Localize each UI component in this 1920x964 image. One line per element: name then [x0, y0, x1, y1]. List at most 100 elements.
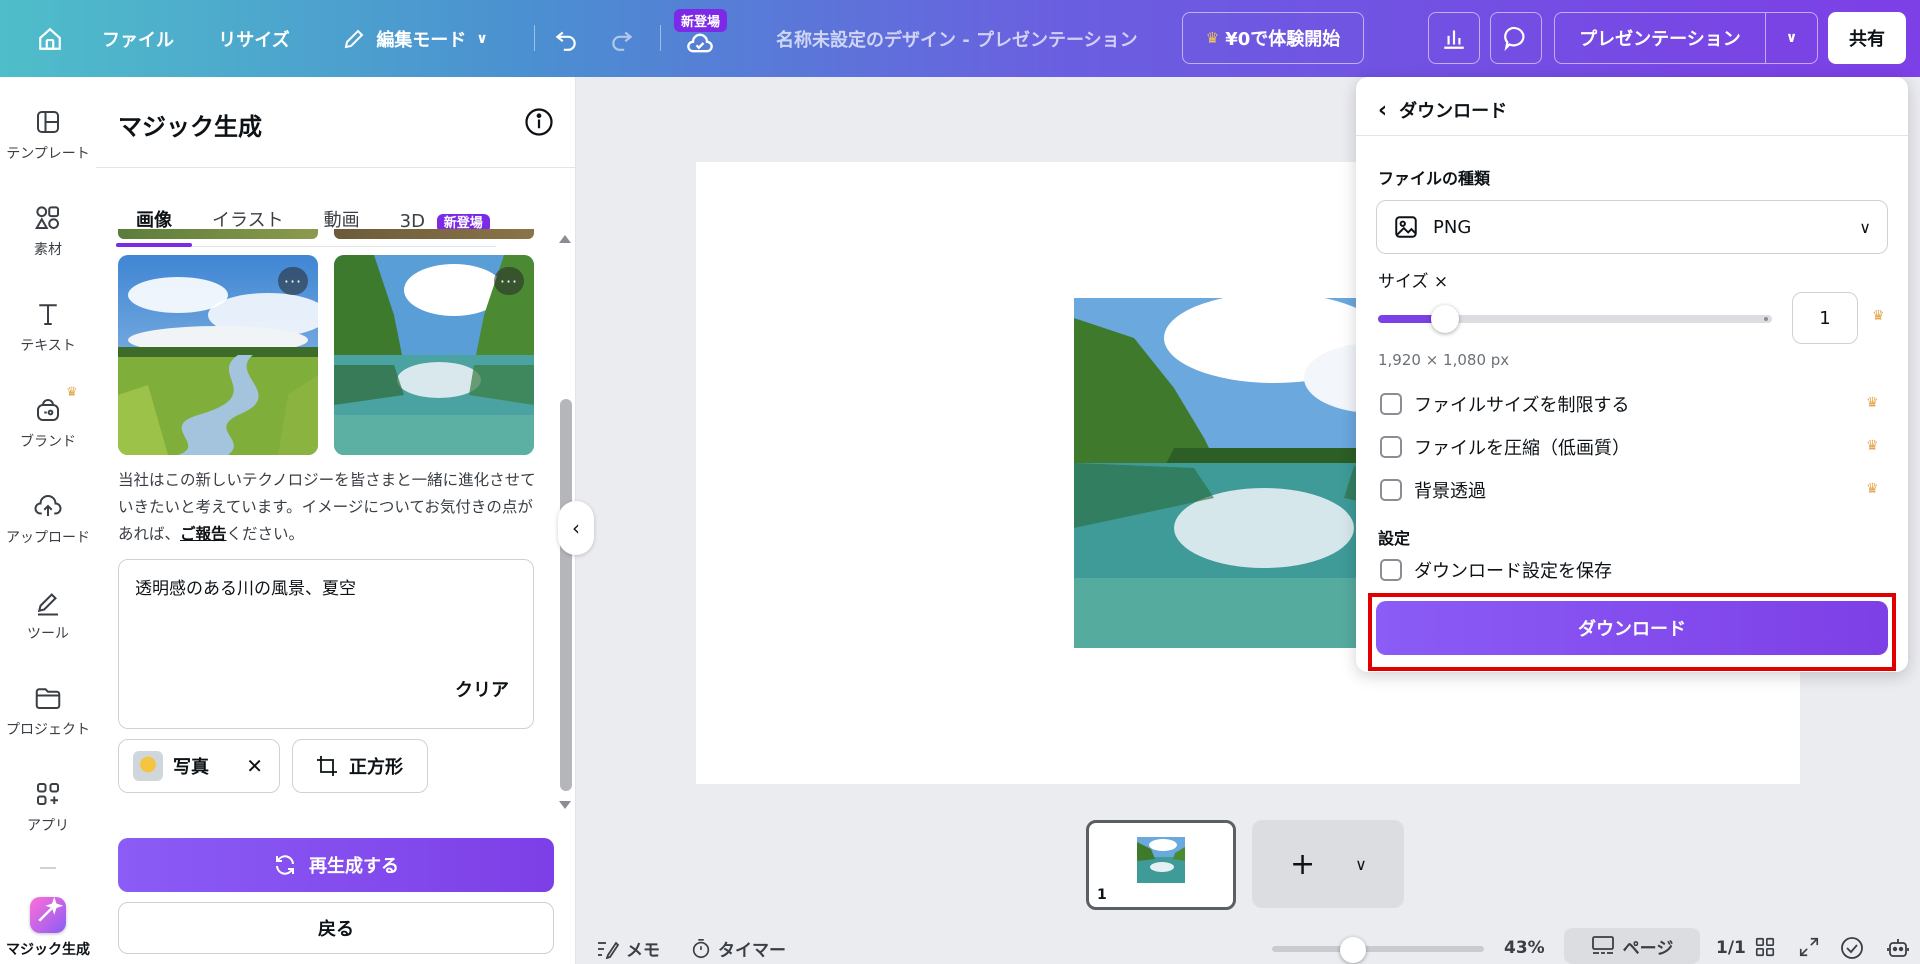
aspect-chip-square[interactable]: 正方形	[292, 739, 428, 793]
chevron-down-icon: ∨	[1785, 30, 1798, 46]
crown-icon: ♛	[1866, 438, 1879, 454]
chevron-left-icon[interactable]: ‹	[1378, 98, 1387, 123]
rail-label: アップロード	[6, 530, 90, 546]
generated-image-1[interactable]: ···	[118, 255, 318, 455]
tab-video[interactable]: 動画	[304, 206, 380, 246]
option-transparent-bg[interactable]: 背景透過	[1380, 477, 1486, 503]
rail-label: ツール	[27, 626, 69, 642]
chip-photo-label: 写真	[173, 757, 209, 778]
generated-image-2[interactable]: ···	[334, 255, 534, 455]
resize-menu[interactable]: リサイズ	[206, 17, 302, 61]
clear-button[interactable]: クリア	[455, 676, 509, 702]
rail-item-projects[interactable]: プロジェクト	[0, 683, 96, 739]
checkbox[interactable]	[1380, 559, 1402, 581]
redo-button[interactable]	[602, 17, 642, 61]
style-chip-photo[interactable]: 写真 ✕	[118, 739, 280, 793]
rail-item-magic[interactable]: マジック生成	[0, 897, 96, 959]
zoom-slider-handle[interactable]	[1340, 937, 1366, 963]
download-title: ダウンロード	[1399, 101, 1508, 122]
side-rail: テンプレート 素材 テキスト ♛ ブランド アップロード ツール プロジェクト …	[0, 77, 96, 964]
comment-button[interactable]	[1490, 12, 1542, 64]
rail-item-elements[interactable]: 素材	[0, 203, 96, 259]
download-header[interactable]: ‹ ダウンロード	[1378, 97, 1507, 123]
checkbox[interactable]	[1380, 393, 1402, 415]
scroll-down-arrow[interactable]	[559, 801, 571, 809]
checkbox[interactable]	[1380, 479, 1402, 501]
crop-icon	[317, 756, 337, 776]
rail-label: テンプレート	[6, 146, 90, 162]
report-link[interactable]: ご報告	[180, 525, 227, 543]
pages-icon	[1591, 936, 1614, 954]
rail-item-uploads[interactable]: アップロード	[0, 491, 96, 547]
fullscreen-icon[interactable]	[1798, 936, 1820, 958]
edit-mode-menu[interactable]: 編集モード ∨	[330, 17, 500, 61]
tab-illustration[interactable]: イラスト	[192, 206, 304, 246]
crown-icon: ♛	[1866, 481, 1879, 497]
rail-item-templates[interactable]: テンプレート	[0, 107, 96, 163]
notes-button[interactable]: メモ	[596, 936, 660, 961]
magic-panel: マジック生成 画像 イラスト 動画 3D 新登場 ··· ··· 当社はこの新し…	[96, 77, 576, 964]
rail-item-text[interactable]: テキスト	[0, 299, 96, 355]
regenerate-button[interactable]: 再生成する	[118, 838, 554, 892]
rail-label: プロジェクト	[6, 722, 90, 738]
rail-item-apps[interactable]: アプリ	[0, 779, 96, 835]
assistant-icon[interactable]	[1886, 936, 1910, 960]
chevron-down-icon: ∨	[1859, 217, 1871, 237]
rail-item-brand[interactable]: ♛ ブランド	[0, 385, 96, 451]
page-thumbnail[interactable]: 1	[1086, 820, 1236, 910]
duck-thumbnail-icon	[133, 751, 163, 781]
home-button[interactable]	[28, 17, 72, 61]
regenerate-label: 再生成する	[309, 856, 399, 877]
magic-icon	[30, 897, 66, 933]
rail-label: 素材	[34, 242, 62, 258]
notes-icon	[598, 941, 620, 959]
size-slider-handle[interactable]	[1431, 305, 1459, 333]
grid-view-icon[interactable]	[1754, 936, 1776, 958]
zoom-slider-track[interactable]	[1272, 946, 1484, 952]
tab-image[interactable]: 画像	[116, 206, 192, 247]
more-options-icon[interactable]: ···	[278, 267, 308, 295]
size-input[interactable]: 1	[1792, 292, 1858, 344]
file-menu[interactable]: ファイル	[90, 17, 186, 61]
document-title[interactable]: 名称未設定のデザイン - プレゼンテーション	[776, 26, 1138, 52]
file-type-select[interactable]: PNG ∨	[1376, 200, 1888, 254]
timer-icon	[692, 938, 710, 958]
share-button[interactable]: 共有	[1828, 12, 1906, 64]
timer-button[interactable]: タイマー	[690, 936, 786, 961]
chevron-down-icon[interactable]: ∨	[1355, 855, 1367, 874]
checkbox[interactable]	[1380, 436, 1402, 458]
info-icon[interactable]	[524, 107, 554, 137]
add-page-button[interactable]: + ∨	[1252, 820, 1404, 908]
back-button[interactable]: 戻る	[118, 902, 554, 954]
page-thumbnail-image	[1137, 837, 1185, 883]
comment-icon	[1504, 26, 1525, 51]
option-limit-file-size[interactable]: ファイルサイズを制限する	[1380, 391, 1629, 417]
page-count: 1/1	[1716, 938, 1746, 958]
close-icon[interactable]: ✕	[246, 754, 263, 778]
apps-icon	[37, 783, 59, 805]
present-button[interactable]: プレゼンテーション	[1554, 12, 1766, 64]
present-options-button[interactable]: ∨	[1766, 12, 1818, 64]
option-save-settings[interactable]: ダウンロード設定を保存	[1380, 557, 1612, 583]
divider	[1356, 135, 1908, 136]
panel-scrollbar[interactable]	[560, 399, 572, 791]
cloud-check-icon	[687, 33, 713, 53]
trial-button[interactable]: ♛ ¥0で体験開始	[1182, 12, 1364, 64]
collapse-panel-button[interactable]: ‹	[558, 501, 594, 555]
plus-icon: +	[1290, 846, 1316, 882]
prompt-input[interactable]: 透明感のある川の風景、夏空 クリア	[118, 559, 534, 729]
pencil-icon	[345, 29, 364, 49]
option-compress[interactable]: ファイルを圧縮（低画質）	[1380, 434, 1630, 460]
check-circle-icon[interactable]	[1840, 936, 1864, 960]
more-options-icon[interactable]: ···	[494, 267, 524, 295]
crown-icon: ♛	[1205, 29, 1220, 47]
page-view-button[interactable]: ページ	[1564, 928, 1700, 964]
image-icon	[1395, 216, 1417, 238]
scroll-up-arrow[interactable]	[559, 235, 571, 243]
insights-button[interactable]	[1428, 12, 1480, 64]
rail-item-tools[interactable]: ツール	[0, 587, 96, 643]
zoom-level[interactable]: 43%	[1504, 938, 1545, 958]
undo-button[interactable]	[546, 17, 586, 61]
partial-thumbnail	[334, 229, 534, 239]
shapes-icon	[35, 206, 59, 229]
